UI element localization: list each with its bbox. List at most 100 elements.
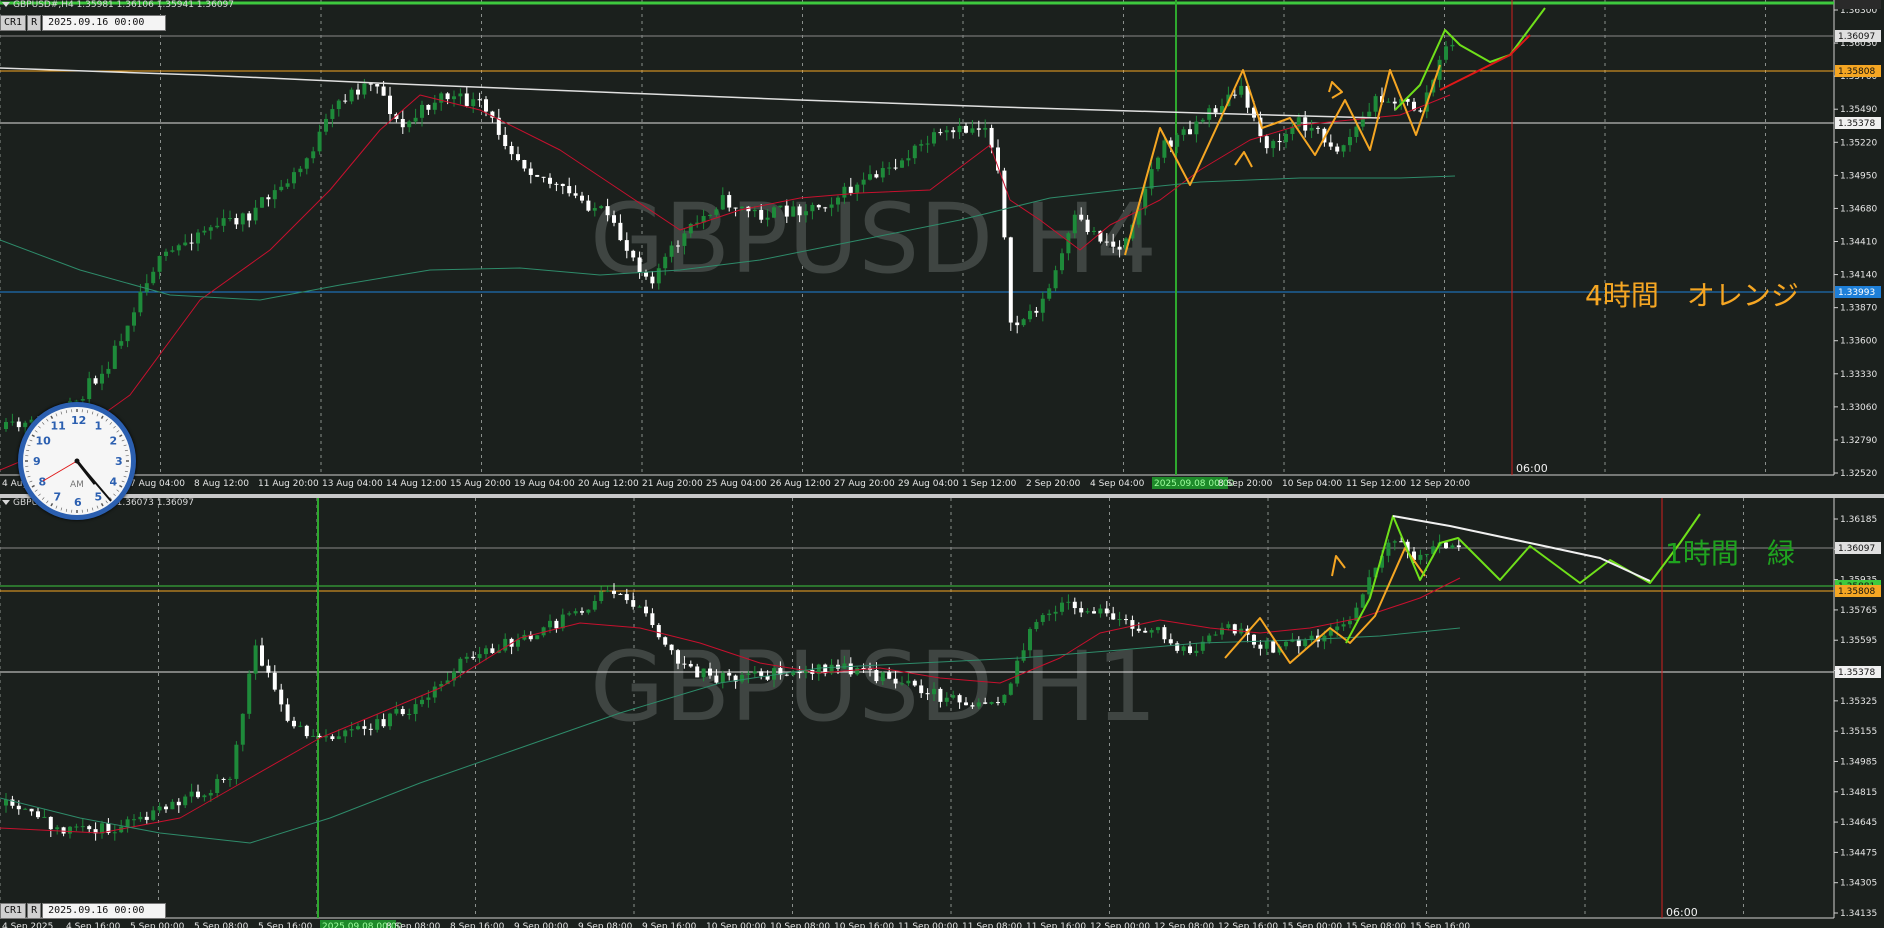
time-tick-label: 20 Aug 12:00 (578, 479, 639, 489)
candle-body (477, 654, 482, 659)
candle-body (1354, 126, 1359, 137)
cr-button[interactable]: CR1 (0, 15, 27, 31)
h4-chart-canvas[interactable]: 1.363001.360301.357601.354901.352201.349… (0, 0, 1884, 494)
clock-tick (38, 425, 41, 429)
candle-body (1200, 119, 1205, 122)
h1-date-control[interactable]: CR1 R 2025.09.16 00:00 (0, 903, 167, 919)
candle-body (343, 730, 348, 737)
candle-body (1015, 322, 1020, 326)
candle-body (1418, 110, 1423, 112)
time-tick-label: 15 Sep 16:00 (1410, 922, 1470, 928)
candle-body (887, 167, 892, 169)
candle-body (4, 422, 8, 429)
candle-body (714, 209, 719, 215)
candle-body (1264, 641, 1269, 649)
candle-body (87, 826, 92, 830)
candle-body (1162, 140, 1167, 158)
candle-body (663, 256, 668, 269)
candle-body (772, 207, 776, 218)
candle-body (650, 276, 655, 284)
clock-tick (109, 422, 113, 425)
candle-body (855, 667, 860, 675)
collapse-arrow-icon[interactable] (2, 500, 10, 505)
date-field[interactable]: 2025.09.16 00:00 (42, 903, 167, 919)
candle-body (1252, 634, 1256, 645)
candle-body (125, 819, 130, 827)
candle-body (1232, 624, 1237, 634)
candle-body (176, 801, 181, 806)
time-tick-label: 27 Aug 20:00 (834, 479, 895, 489)
candle-body (189, 242, 194, 244)
candle-body (1271, 140, 1276, 149)
candle-body (829, 204, 834, 208)
candle-body (42, 816, 47, 818)
candle-body (343, 100, 348, 102)
candle-body (426, 104, 431, 110)
price-tick-label: 1.36185 (1840, 515, 1877, 525)
candle-body (868, 174, 872, 180)
candle-body (752, 209, 757, 212)
candle-body (900, 160, 904, 168)
candle-body (247, 213, 252, 221)
candle-body (759, 209, 764, 220)
candle-body (1386, 101, 1391, 103)
h4-date-control[interactable]: CR1 R 2025.09.16 00:00 (0, 15, 167, 31)
clock-tick (41, 422, 45, 425)
candle-body (573, 193, 578, 196)
candle-body (656, 268, 661, 284)
cr-button[interactable]: CR1 (0, 903, 27, 919)
time-tick-label: 10 Sep 00:00 (706, 922, 766, 928)
candle-body (221, 778, 226, 780)
candle-body (23, 808, 28, 810)
candle-body (55, 827, 60, 830)
candle-body (682, 233, 687, 246)
date-field[interactable]: 2025.09.16 00:00 (42, 15, 167, 31)
candle-body (900, 683, 904, 685)
candle-body (932, 132, 936, 144)
price-tick-label: 1.34135 (1840, 909, 1877, 919)
time-tick-label: 8 Sep 08:00 (386, 922, 441, 928)
candle-body (253, 645, 258, 674)
r-button[interactable]: R (27, 903, 42, 919)
h1-chart-canvas[interactable]: 1.361851.361051.359351.357651.355951.354… (0, 498, 1884, 928)
candle-body (586, 200, 591, 211)
candle-body (228, 218, 232, 220)
clock-tick (27, 444, 31, 447)
h4-chart-pane[interactable]: 1.36300 1.36030 1.35760 1.35490 1.35220 1.349… (0, 0, 1884, 494)
candle-body (1309, 127, 1314, 131)
candle-body (1456, 545, 1461, 548)
candle-body (989, 702, 994, 704)
candle-body (1207, 635, 1212, 642)
candle-body (388, 713, 392, 727)
candle-body (861, 179, 866, 185)
candle-body (234, 744, 239, 779)
candle-body (164, 806, 168, 810)
candle-body (880, 168, 885, 178)
candle-body (1386, 542, 1391, 556)
time-tick-label: 25 Aug 04:00 (706, 479, 767, 489)
candle-body (906, 680, 911, 684)
candle-body (68, 826, 72, 834)
candle-body (381, 719, 386, 727)
candle-body (183, 796, 188, 806)
white-support-level-badge-label: 1.35378 (1838, 119, 1875, 129)
candle-body (80, 826, 85, 828)
candle-body (1066, 233, 1071, 254)
analog-clock-widget[interactable]: 12 1 2 3 4 5 6 7 8 9 10 11 AM (18, 402, 136, 520)
h1-chart-pane[interactable]: 1.361851.361051.359351.357651.355951.354… (0, 498, 1884, 928)
candle-body (407, 713, 412, 715)
candle-body (215, 225, 220, 228)
candle-body (240, 713, 245, 745)
candle-body (957, 695, 962, 703)
top-green-level-badge (1835, 0, 1881, 9)
candle-body (976, 128, 981, 130)
blue-level-badge-label: 1.33993 (1838, 288, 1875, 298)
candle-body (631, 250, 636, 258)
candle-body (887, 672, 892, 679)
clock-tick (34, 430, 38, 433)
clock-tick (100, 503, 104, 507)
price-tick-label: 1.34140 (1840, 271, 1877, 281)
candle-body (720, 195, 725, 210)
collapse-arrow-icon[interactable] (2, 2, 10, 7)
r-button[interactable]: R (27, 15, 42, 31)
